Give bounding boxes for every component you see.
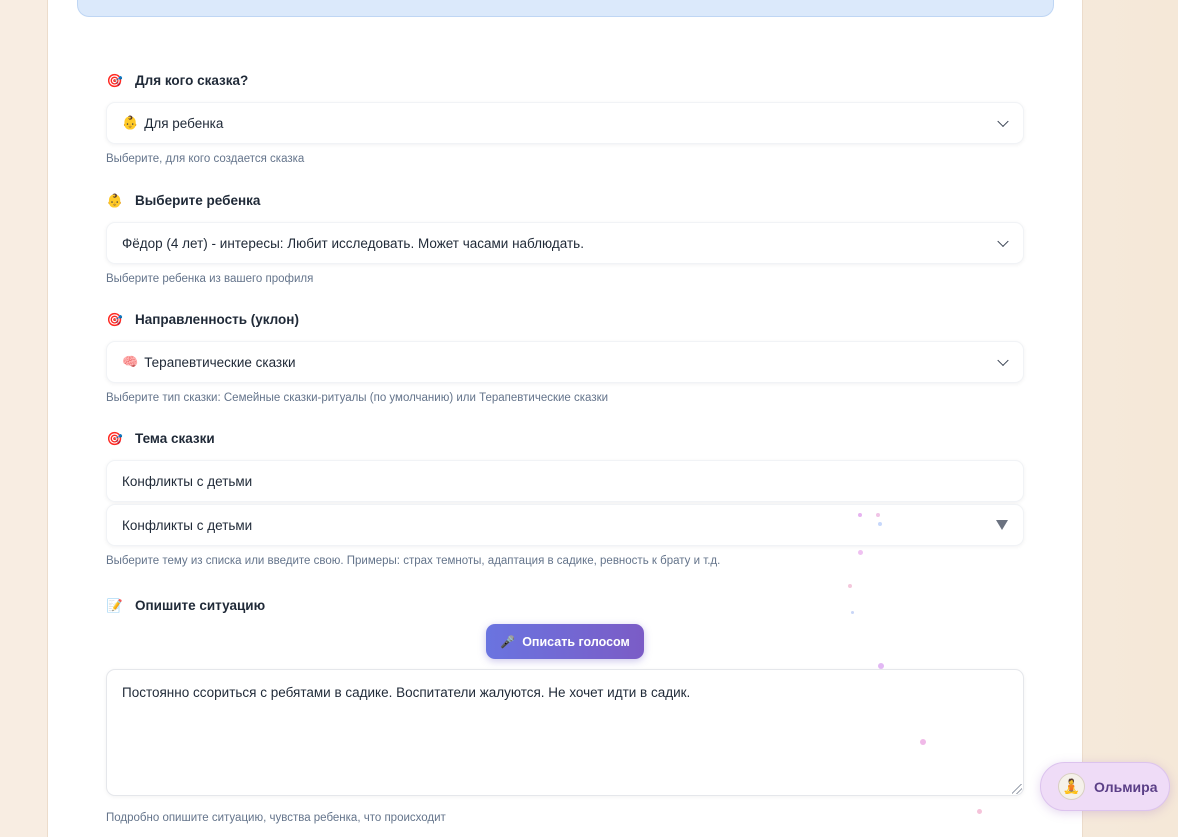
direction-label-row: 🎯 Направленность (уклон) xyxy=(106,309,1024,329)
theme-selected-value: Конфликты с детьми xyxy=(122,517,253,533)
sparkle-dot xyxy=(878,522,882,526)
child-select[interactable]: Фёдор (4 лет) - интересы: Любит исследов… xyxy=(106,222,1024,264)
sparkle-dot xyxy=(977,809,982,814)
microphone-icon: 🎤 xyxy=(500,634,516,649)
assistant-chip[interactable]: 🧘 Ольмира xyxy=(1040,762,1170,811)
chevron-down-icon xyxy=(997,354,1009,367)
situation-hint: Подробно опишите ситуацию, чувства ребен… xyxy=(106,812,446,824)
assistant-avatar-icon: 🧘 xyxy=(1058,773,1085,800)
sparkle-dot xyxy=(878,663,884,669)
situation-text: Постоянно ссориться с ребятами в садике.… xyxy=(122,685,691,700)
target-icon: 🎯 xyxy=(106,72,124,88)
child-selected-value: Фёдор (4 лет) - интересы: Любит исследов… xyxy=(122,235,584,251)
target-icon: 🎯 xyxy=(106,430,124,446)
assistant-name: Ольмира xyxy=(1094,778,1158,795)
direction-label: Направленность (уклон) xyxy=(135,311,299,327)
sparkle-dot xyxy=(851,611,854,614)
direction-field: 🎯 Направленность (уклон) 🧠 Терапевтическ… xyxy=(106,309,1024,404)
brain-icon: 🧠 xyxy=(122,354,139,369)
situation-label-row: 📝 Опишите ситуацию xyxy=(106,595,1024,615)
chevron-down-icon xyxy=(997,115,1009,128)
situation-textarea[interactable]: Постоянно ссориться с ребятами в садике.… xyxy=(106,669,1024,796)
voice-describe-label: Описать голосом xyxy=(522,634,630,649)
child-label-row: 👶 Выберите ребенка xyxy=(106,190,1024,210)
direction-selected-value: Терапевтические сказки xyxy=(144,354,296,370)
audience-field: 🎯 Для кого сказка? 👶 Для ребенка Выберит… xyxy=(106,70,1024,165)
sparkle-dot xyxy=(876,513,880,517)
target-icon: 🎯 xyxy=(106,311,124,327)
child-field: 👶 Выберите ребенка Фёдор (4 лет) - интер… xyxy=(106,190,1024,285)
sparkle-dot xyxy=(858,513,862,517)
baby-icon: 👶 xyxy=(106,192,124,208)
audience-selected-value: Для ребенка xyxy=(144,115,224,131)
theme-label-row: 🎯 Тема сказки xyxy=(106,428,1024,448)
child-hint: Выберите ребенка из вашего профиля xyxy=(106,273,314,285)
chevron-down-icon xyxy=(997,235,1009,248)
theme-label: Тема сказки xyxy=(135,430,215,446)
baby-icon: 👶 xyxy=(122,115,139,130)
info-banner xyxy=(77,0,1054,17)
sparkle-dot xyxy=(858,550,863,555)
situation-field: 📝 Опишите ситуацию xyxy=(106,595,1024,615)
triangle-down-icon xyxy=(996,520,1008,530)
theme-input-value: Конфликты с детьми xyxy=(122,473,253,489)
sparkle-dot xyxy=(848,584,852,588)
resize-handle[interactable] xyxy=(1012,784,1022,794)
audience-select[interactable]: 👶 Для ребенка xyxy=(106,102,1024,144)
theme-field: 🎯 Тема сказки Конфликты с детьми Конфлик… xyxy=(106,428,1024,567)
audience-hint: Выберите, для кого создается сказка xyxy=(106,153,305,165)
direction-hint: Выберите тип сказки: Семейные сказки-рит… xyxy=(106,392,609,404)
direction-select[interactable]: 🧠 Терапевтические сказки xyxy=(106,341,1024,383)
theme-select[interactable]: Конфликты с детьми xyxy=(106,504,1024,546)
audience-label-row: 🎯 Для кого сказка? xyxy=(106,70,1024,90)
audience-label: Для кого сказка? xyxy=(135,72,249,88)
child-label: Выберите ребенка xyxy=(135,192,261,208)
situation-label: Опишите ситуацию xyxy=(135,597,266,613)
theme-input[interactable]: Конфликты с детьми xyxy=(106,460,1024,502)
voice-describe-button[interactable]: 🎤 Описать голосом xyxy=(486,624,644,659)
memo-icon: 📝 xyxy=(106,597,124,613)
sparkle-dot xyxy=(920,739,926,745)
theme-hint: Выберите тему из списка или введите свою… xyxy=(106,555,721,567)
